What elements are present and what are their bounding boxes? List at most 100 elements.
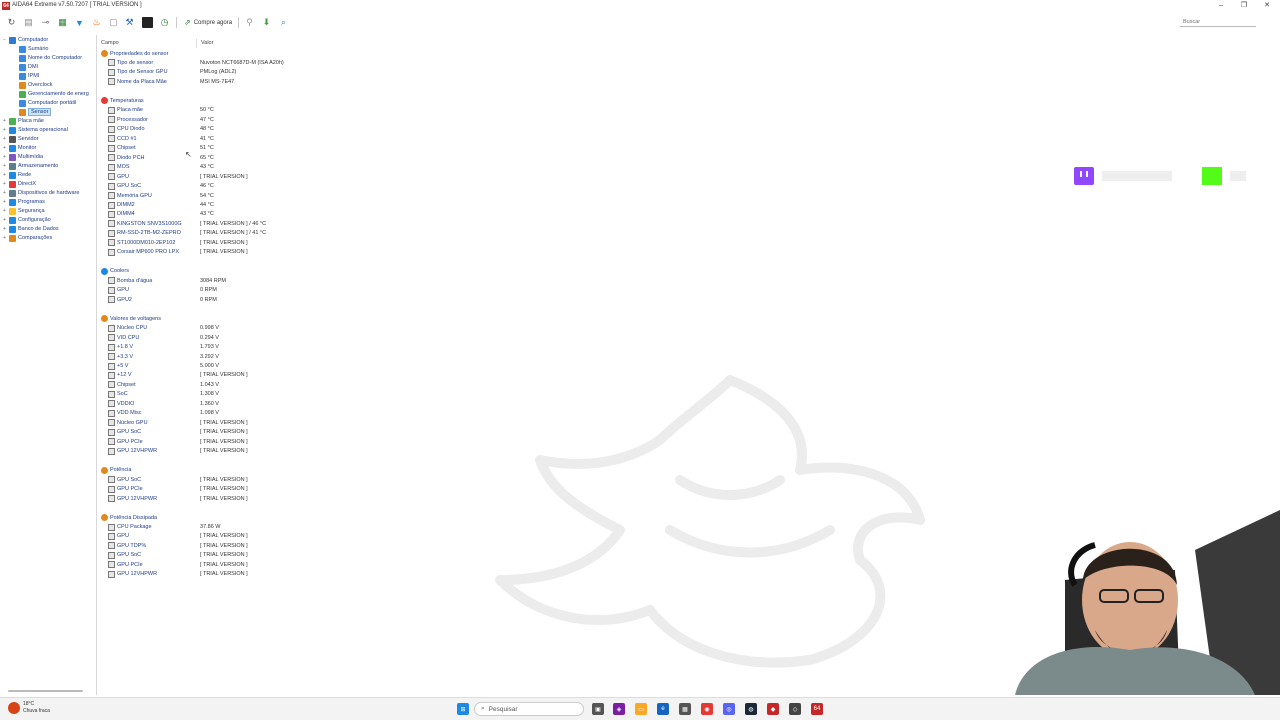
discord-icon[interactable]: ◎ [723,703,735,715]
app-icon[interactable]: ◇ [789,703,801,715]
sensor-row[interactable]: GPU [ TRIAL VERSION ] [108,532,368,541]
sensor-row[interactable]: GPU PCIe [ TRIAL VERSION ] [108,437,368,446]
sensor-row[interactable]: CCD #1 41 °C [108,134,368,143]
document-icon[interactable]: ▢ [108,17,119,28]
taskbar-search[interactable]: ⌕ Pesquisar [474,702,584,716]
sensor-row[interactable]: CPU Package 37.86 W [108,523,368,532]
sensor-row[interactable]: +1.8 V 1.793 V [108,343,368,352]
search-input[interactable] [1180,18,1256,27]
sensor-row[interactable]: VDD Misc 1.098 V [108,409,368,418]
sidebar-item[interactable]: + Configuração [3,216,51,225]
sidebar-item[interactable]: + DirectX [3,180,36,189]
sensor-row[interactable]: +3.3 V 3.292 V [108,352,368,361]
sensor-row[interactable]: GPU2 0 RPM [108,295,368,304]
sensor-row[interactable]: +5 V 5.000 V [108,362,368,371]
sidebar-item[interactable]: + Servidor [3,135,38,144]
sidebar-item[interactable]: + Monitor [3,144,36,153]
sidebar-item[interactable]: + Multimídia [3,153,43,162]
sensor-row[interactable]: Memória GPU 54 °C [108,191,368,200]
sidebar-item[interactable]: + Armazenamento [3,162,58,171]
sensor-row[interactable]: Bomba d'água 3084 RPM [108,276,368,285]
app-icon[interactable]: ◆ [767,703,779,715]
weather-widget[interactable]: 18°C Chuva fraca [8,701,50,715]
link-icon[interactable]: ⊸ [40,17,51,28]
sidebar-item[interactable]: IPMI [13,72,39,81]
sensor-row[interactable]: Tipo de Sensor GPU PMLog (ADL2) [108,68,368,77]
sidebar-item[interactable]: Overclock [13,81,52,90]
sidebar-item[interactable]: + Rede [3,171,31,180]
maximize-button[interactable]: ❐ [1233,1,1255,11]
sensor-row[interactable]: Chipset 51 °C [108,144,368,153]
sidebar-item[interactable]: Sensor [13,108,52,117]
horizontal-scrollbar[interactable] [8,690,83,692]
column-header-field[interactable]: Campo [101,40,119,46]
search-icon[interactable]: ⌕ [278,17,289,28]
sidebar-item[interactable]: DMI [13,63,38,72]
motherboard-icon[interactable]: ▦ [57,17,68,28]
sensor-row[interactable]: Chipset 1.043 V [108,380,368,389]
sensor-row[interactable]: GPU TDP% [ TRIAL VERSION ] [108,541,368,550]
download-icon[interactable]: ⬇ [261,17,272,28]
sidebar-item[interactable]: Gerenciamento de energ [13,90,89,99]
sensor-row[interactable]: Diodo PCH 65 °C [108,153,368,162]
sidebar-item[interactable]: Nome do Computador [13,54,82,63]
sensor-row[interactable]: GPU PCIe [ TRIAL VERSION ] [108,485,368,494]
close-button[interactable]: ✕ [1256,1,1278,11]
buy-now-button[interactable]: ⇗ Compre agora [184,17,232,28]
sensor-row[interactable]: Nome da Placa Mãe MSI MS-7E47 [108,77,368,86]
minimize-button[interactable]: – [1210,1,1232,11]
sensor-row[interactable]: GPU 12VHPWR [ TRIAL VERSION ] [108,494,368,503]
sensor-row[interactable]: GPU 12VHPWR [ TRIAL VERSION ] [108,447,368,456]
sidebar-item[interactable]: + Banco de Dados [3,225,59,234]
refresh-icon[interactable]: ↻ [6,17,17,28]
steam-icon[interactable]: ◍ [745,703,757,715]
windows-start-icon[interactable]: ⊞ [457,703,469,715]
aida64-taskbar-icon[interactable]: 64 [811,703,823,715]
sensor-row[interactable]: GPU [ TRIAL VERSION ] [108,172,368,181]
sidebar-item[interactable]: + Placa mãe [3,117,44,126]
clock-icon[interactable]: ◷ [159,17,170,28]
sensor-row[interactable]: +12 V [ TRIAL VERSION ] [108,371,368,380]
edge-icon[interactable]: e [657,703,669,715]
sensor-row[interactable]: GPU 12VHPWR [ TRIAL VERSION ] [108,570,368,579]
sensor-row[interactable]: ST1000DM010-2EP102 [ TRIAL VERSION ] [108,238,368,247]
sensor-row[interactable]: GPU SoC 46 °C [108,182,368,191]
sensor-row[interactable]: GPU PCIe [ TRIAL VERSION ] [108,560,368,569]
sidebar-item[interactable]: + Segurança [3,207,45,216]
sensor-row[interactable]: Núcleo CPU 0.998 V [108,324,368,333]
sensor-row[interactable]: SoC 1.308 V [108,390,368,399]
tools-icon[interactable]: ⚒ [124,17,135,28]
store-icon[interactable]: ▦ [679,703,691,715]
wrench-icon[interactable]: ⚲ [244,17,255,28]
sidebar-item[interactable]: + Dispositivos de hardware [3,189,79,198]
sensor-row[interactable]: DIMM4 43 °C [108,210,368,219]
file-explorer-icon[interactable]: ▭ [635,703,647,715]
sensor-row[interactable]: VDDIO 1.360 V [108,399,368,408]
sidebar-item[interactable]: + Comparações [3,234,52,243]
sensor-row[interactable]: KINGSTON SNV3S1000G [ TRIAL VERSION ] / 4… [108,219,368,228]
sidebar-item[interactable]: + Sistema operacional [3,126,68,135]
flame-icon[interactable]: ♨ [91,17,102,28]
sensor-row[interactable]: MOS 43 °C [108,163,368,172]
task-view-icon[interactable]: ▣ [592,703,604,715]
sensor-row[interactable]: GPU SoC [ TRIAL VERSION ] [108,475,368,484]
save-icon[interactable]: ▼ [74,17,85,28]
sidebar-item[interactable]: Sumário [13,45,48,54]
sidebar-item[interactable]: − Computador [3,36,48,45]
column-header-value[interactable]: Valor [201,40,213,46]
sensor-row[interactable]: Corsair MP600 PRO LPX [ TRIAL VERSION ] [108,248,368,257]
sensor-row[interactable]: Tipo de sensor Nuvoton NCT6687D-M (ISA A2… [108,58,368,67]
sensor-row[interactable]: Processador 47 °C [108,115,368,124]
sensor-row[interactable]: GPU 0 RPM [108,286,368,295]
sidebar-item[interactable]: + Programas [3,198,45,207]
sensor-row[interactable]: GPU SoC [ TRIAL VERSION ] [108,428,368,437]
cpu-icon[interactable] [142,17,153,28]
sensor-row[interactable]: GPU SoC [ TRIAL VERSION ] [108,551,368,560]
sensor-row[interactable]: Placa mãe 50 °C [108,106,368,115]
report-icon[interactable]: ▤ [23,17,34,28]
sensor-row[interactable]: RM-SSD-2TB-M2-ZEPRO [ TRIAL VERSION ] / 4… [108,229,368,238]
chrome-icon[interactable]: ◉ [701,703,713,715]
widgets-icon[interactable]: ◈ [613,703,625,715]
column-divider[interactable] [196,39,197,48]
sensor-row[interactable]: CPU Diodo 48 °C [108,125,368,134]
